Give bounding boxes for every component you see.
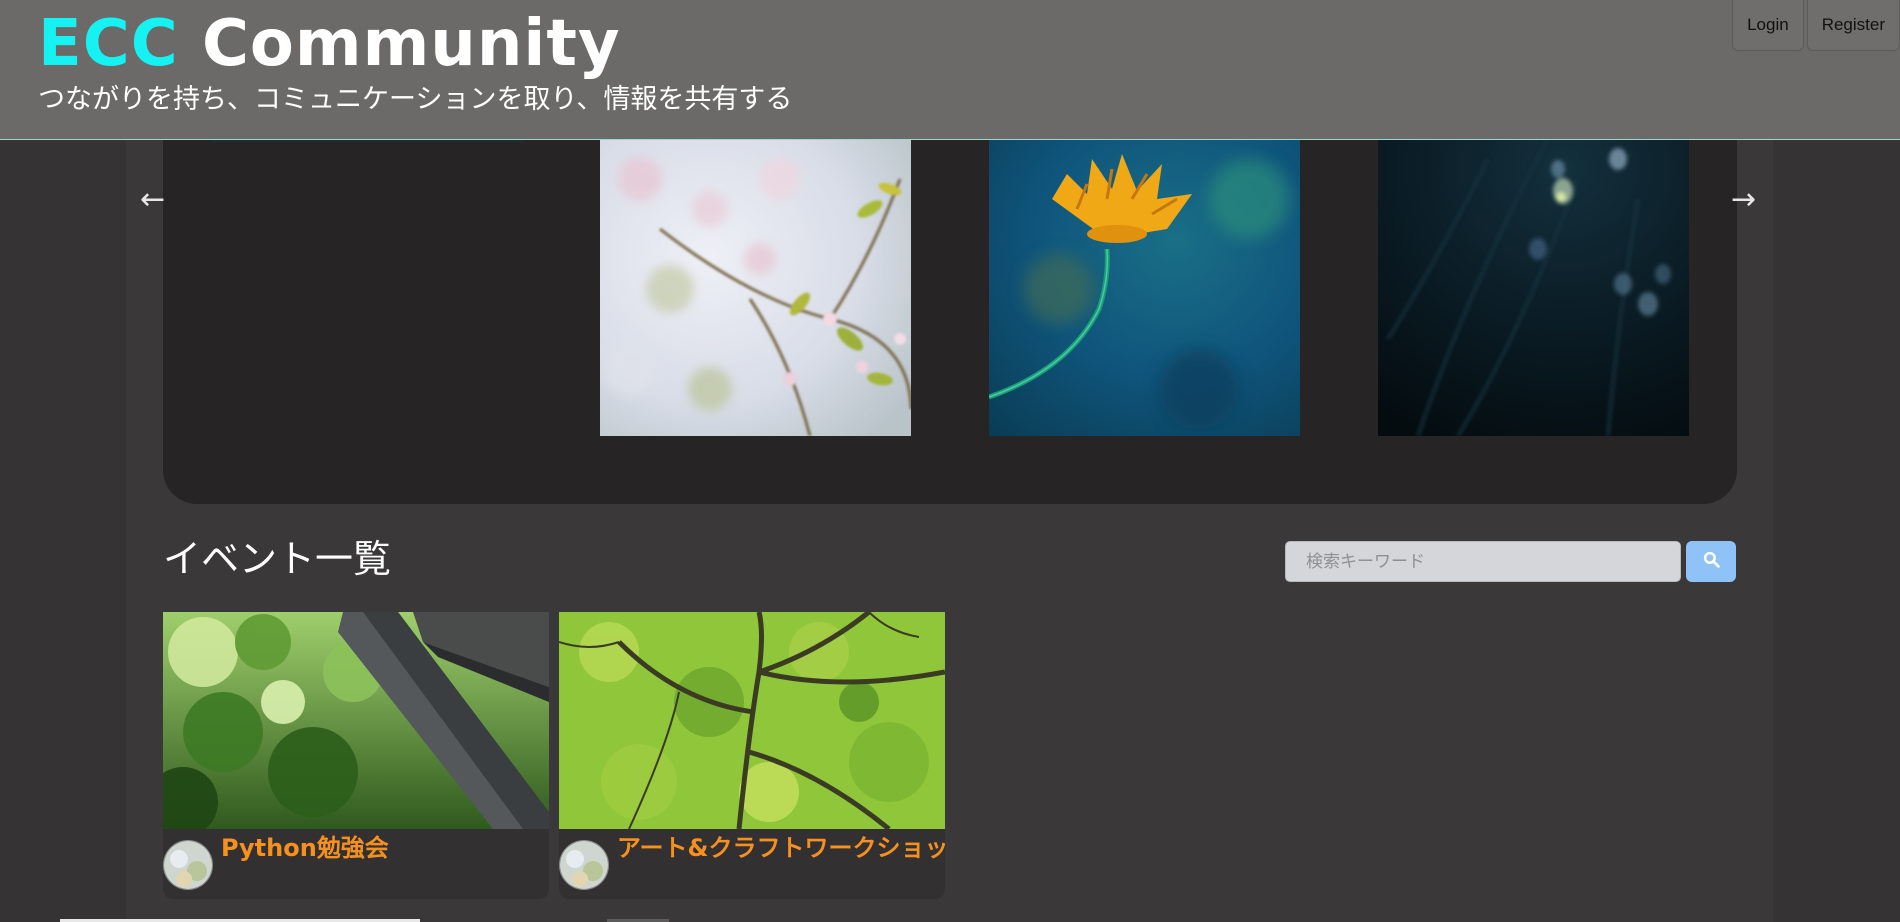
event-card-image[interactable] <box>559 612 945 831</box>
login-button[interactable]: Login <box>1732 0 1804 51</box>
avatar[interactable] <box>559 840 609 890</box>
register-button[interactable]: Register <box>1806 0 1900 51</box>
event-list-title: イベント一覧 <box>163 537 392 581</box>
event-card[interactable]: アート&クラフトワークショップ <box>559 612 945 899</box>
brand-name: Community <box>201 7 621 81</box>
search-input[interactable] <box>1285 541 1681 582</box>
event-card-title[interactable]: Python勉強会 <box>221 832 389 864</box>
carousel-slide-cherry-blossom[interactable] <box>600 139 911 436</box>
auth-buttons: Login Register <box>1729 0 1900 51</box>
avatar[interactable] <box>163 840 213 890</box>
site-tagline: つながりを持ち、コミュニケーションを取り、情報を共有する <box>38 84 793 115</box>
event-card-title[interactable]: アート&クラフトワークショップ <box>617 832 945 864</box>
site-logo[interactable]: ECC Community <box>38 6 621 82</box>
image-carousel <box>163 100 1737 504</box>
brand-accent: ECC <box>38 7 179 81</box>
carousel-slide-dark-snowdrop[interactable] <box>1378 139 1689 436</box>
search-icon <box>1703 551 1720 572</box>
carousel-slide-orange-flower[interactable] <box>989 139 1300 436</box>
event-card[interactable]: Python勉強会 <box>163 612 549 899</box>
event-card-image[interactable] <box>163 612 549 837</box>
search-button[interactable] <box>1686 541 1736 582</box>
carousel-next-arrow[interactable]: → <box>1731 185 1756 215</box>
site-header: ECC Community つながりを持ち、コミュニケーションを取り、情報を共有… <box>0 0 1900 140</box>
carousel-prev-arrow[interactable]: ← <box>140 185 165 215</box>
